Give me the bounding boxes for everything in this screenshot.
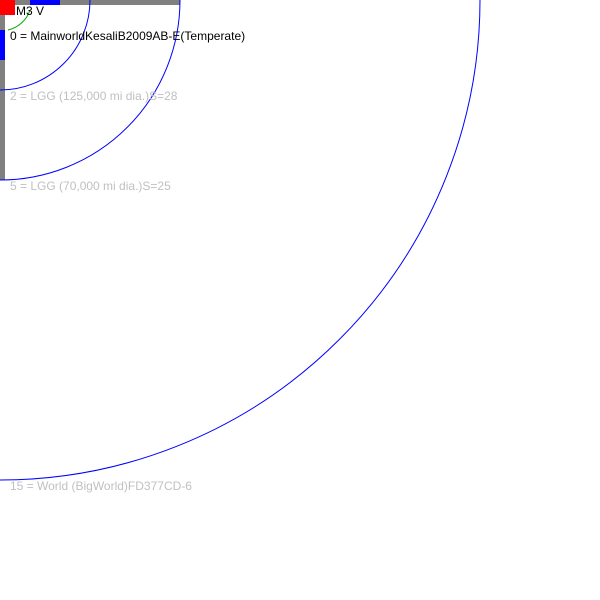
orbit-ring-15 bbox=[0, 0, 481, 481]
orbit-label-0: 0 = MainworldKesaliB2009AB-E(Temperate) bbox=[10, 29, 246, 43]
star-spectral-label: M3 V bbox=[16, 4, 45, 18]
orbit-label-15: 15 = World (BigWorld)FD377CD-6 bbox=[10, 479, 192, 493]
star-marker bbox=[0, 0, 15, 15]
orbit-label-2: 2 = LGG (125,000 mi dia.)S=28 bbox=[10, 89, 178, 103]
orbit-label-5: 5 = LGG (70,000 mi dia.)S=25 bbox=[10, 179, 171, 193]
zone-marker-left bbox=[0, 30, 5, 60]
